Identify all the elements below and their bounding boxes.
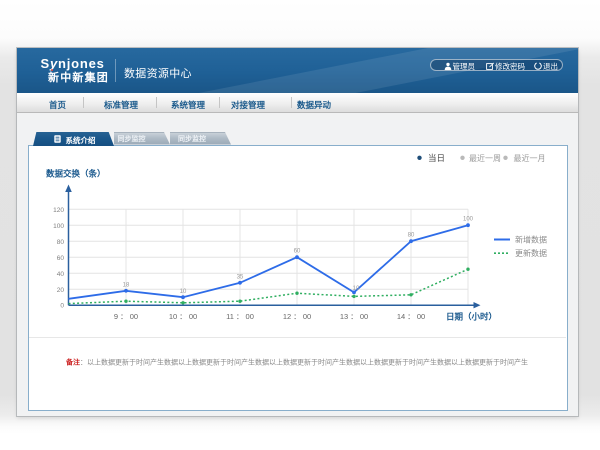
svg-text:80: 80 [408, 232, 415, 238]
svg-text:10: 10 [180, 289, 187, 295]
svg-text:14 ： 00: 14 ： 00 [397, 312, 425, 321]
svg-text:100: 100 [463, 216, 474, 222]
svg-text:新增数据: 新增数据 [515, 234, 547, 244]
svg-text:最近一月: 最近一月 [514, 152, 546, 162]
svg-text:9 ： 00: 9 ： 00 [114, 312, 138, 321]
svg-text:120: 120 [53, 207, 64, 214]
svg-text:80: 80 [57, 239, 65, 246]
svg-text:20: 20 [57, 286, 65, 293]
svg-text:更新数据: 更新数据 [515, 248, 547, 258]
svg-text:最近一周: 最近一周 [469, 152, 501, 162]
svg-text:35: 35 [237, 274, 244, 280]
svg-text:40: 40 [57, 270, 65, 277]
svg-text:日期（小时）: 日期（小时） [446, 311, 497, 321]
svg-text:60: 60 [57, 254, 65, 261]
svg-text:60: 60 [294, 248, 301, 254]
svg-text:10 ： 00: 10 ： 00 [169, 312, 197, 321]
svg-text:12 ： 00: 12 ： 00 [283, 312, 311, 321]
svg-text:10: 10 [353, 285, 360, 291]
svg-text:11 ： 00: 11 ： 00 [226, 312, 254, 321]
svg-text:当日: 当日 [428, 152, 445, 162]
svg-text:18: 18 [123, 282, 130, 288]
svg-text:数据交换（条）: 数据交换（条） [46, 168, 106, 178]
svg-text:备注：以上数据更新于时间产生数据以上数据更新于时间产生数据以: 备注：以上数据更新于时间产生数据以上数据更新于时间产生数据以上数据更新于时间产生… [65, 357, 528, 366]
svg-text:0: 0 [60, 302, 64, 309]
svg-text:13 ： 00: 13 ： 00 [340, 312, 368, 321]
svg-text:100: 100 [53, 223, 64, 230]
